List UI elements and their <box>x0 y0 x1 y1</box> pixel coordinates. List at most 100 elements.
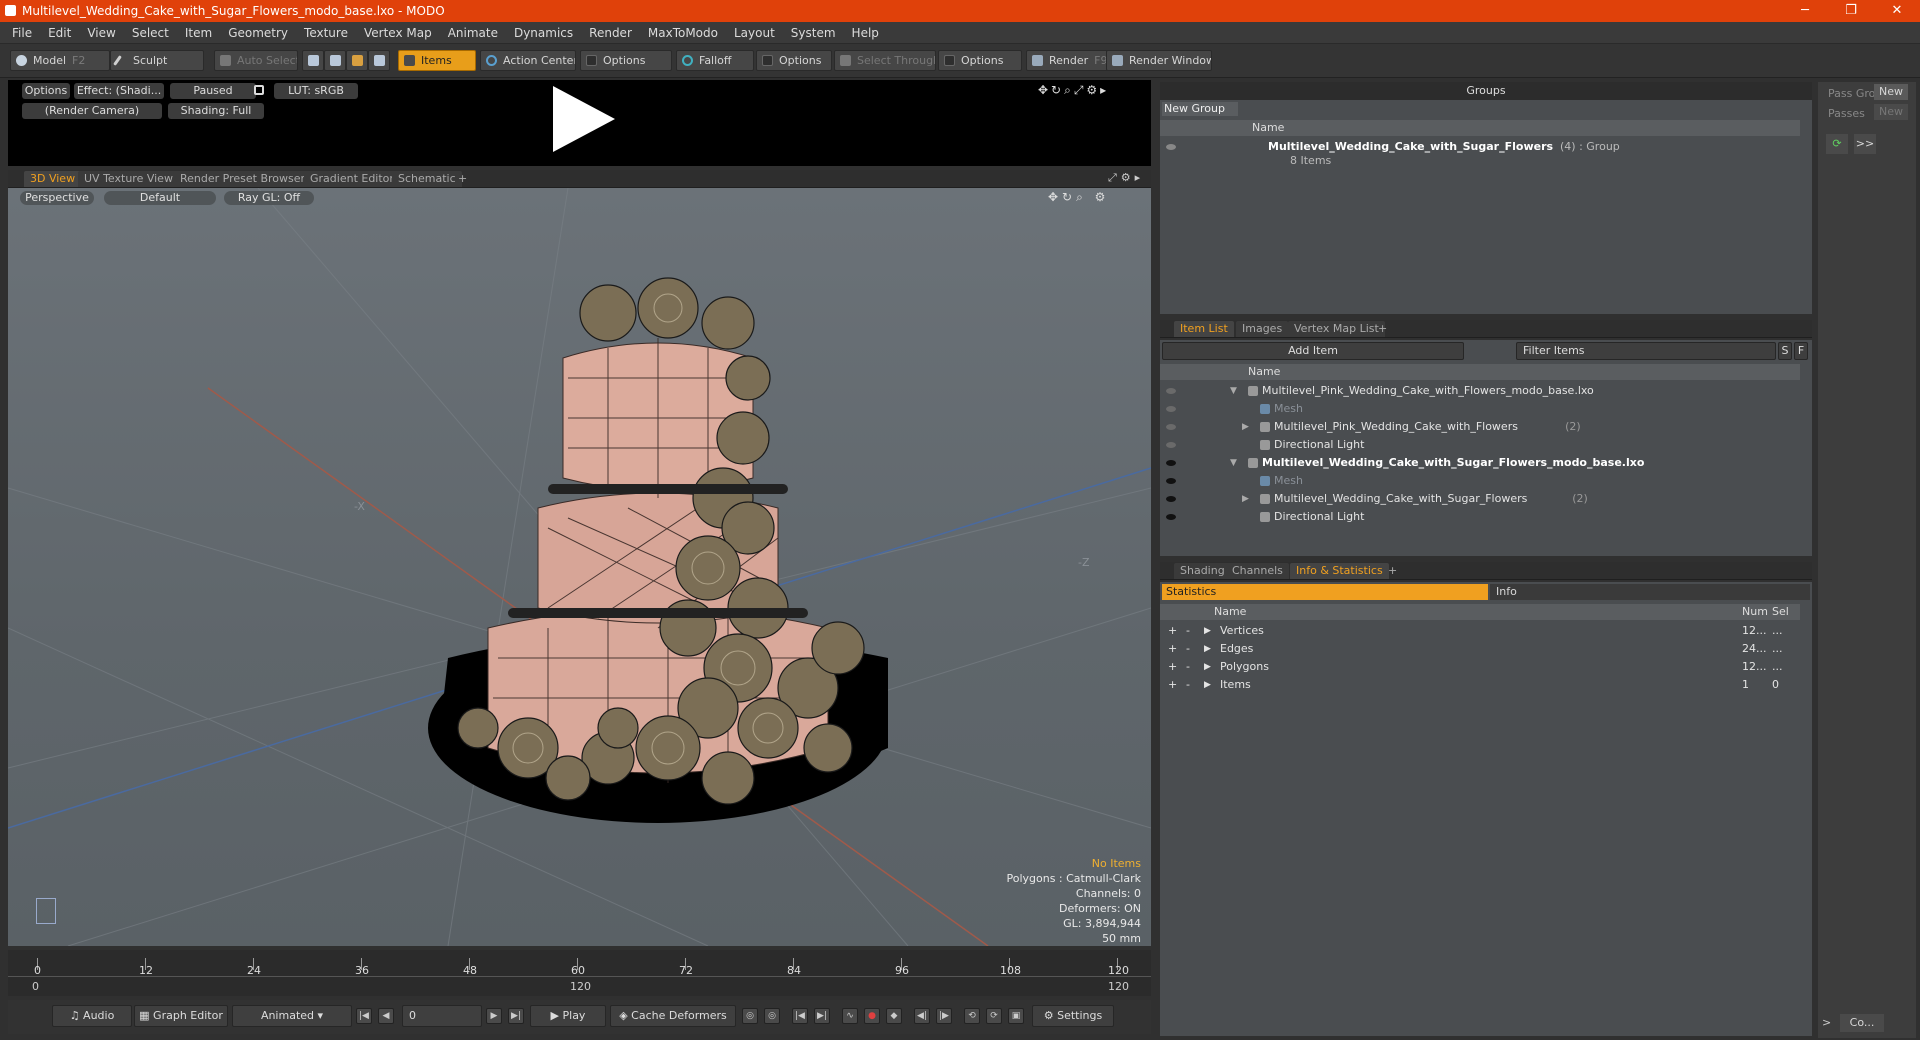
cache-deformers-button[interactable]: ◈ Cache Deformers <box>610 1005 736 1027</box>
filter-f-button[interactable]: F <box>1794 342 1808 360</box>
eye-icon[interactable] <box>1166 460 1176 466</box>
expand-arrow-icon[interactable]: ▶ <box>1204 640 1211 658</box>
key-icon[interactable]: ◎ <box>742 1008 758 1024</box>
item-list-row[interactable]: Directional Light <box>1160 436 1800 454</box>
menu-maxtomodo[interactable]: MaxToModo <box>640 22 726 44</box>
preview-nav-icons[interactable]: ✥↻⌕⤢⚙▸ <box>1038 83 1109 98</box>
viewport-nav-icons[interactable]: ✥↻⌕ ⚙ <box>1048 190 1109 205</box>
stats-row[interactable]: + - ▶ Edges 24...... <box>1160 640 1800 658</box>
collapse-minus-icon[interactable]: - <box>1186 622 1190 640</box>
filter-items-input[interactable]: Filter Items <box>1516 342 1776 360</box>
collapse-arrow-icon[interactable]: ▼ <box>1230 382 1237 400</box>
menu-layout[interactable]: Layout <box>726 22 783 44</box>
settings-button[interactable]: ⚙ Settings <box>1032 1005 1114 1027</box>
statistics-tab[interactable]: Statistics <box>1162 584 1488 600</box>
refresh-icon[interactable]: ⟳ <box>1826 134 1848 154</box>
expand-plus-icon[interactable]: + <box>1168 640 1177 658</box>
viewport-3d[interactable]: Perspective Default Ray GL: Off ✥↻⌕ ⚙ -X… <box>8 188 1151 946</box>
new-pass-button[interactable]: New <box>1874 104 1908 120</box>
tab-3d-view[interactable]: 3D View <box>24 171 82 187</box>
item-list-row[interactable]: Mesh <box>1160 400 1800 418</box>
item-list-row[interactable]: ▶ Multilevel_Wedding_Cake_with_Sugar_Flow… <box>1160 490 1800 508</box>
perspective-dropdown[interactable]: Perspective <box>20 191 94 205</box>
expand-arrow-icon[interactable]: ▶ <box>1242 490 1249 508</box>
eye-icon[interactable] <box>1166 144 1176 150</box>
tab-gradient-editor[interactable]: Gradient Editor <box>304 171 400 187</box>
tab-uv-texture-view[interactable]: UV Texture View <box>78 171 179 187</box>
preview-options-button[interactable]: Options <box>22 83 70 99</box>
tab-info-statistics[interactable]: Info & Statistics <box>1290 563 1389 579</box>
expand-arrow-icon[interactable]: ▶ <box>1204 622 1211 640</box>
select-polygons-button[interactable] <box>346 50 368 71</box>
tab-strip-icons[interactable]: ⤢⚙▸ <box>1108 171 1144 185</box>
minimize-button[interactable]: ─ <box>1782 0 1828 22</box>
add-tab-button[interactable]: + <box>452 171 473 187</box>
co-button[interactable]: Co... <box>1840 1014 1884 1032</box>
menu-vertex-map[interactable]: Vertex Map <box>356 22 440 44</box>
select-materials-button[interactable] <box>368 50 390 71</box>
tab-shading[interactable]: Shading <box>1174 563 1231 579</box>
render-camera-dropdown[interactable]: (Render Camera) <box>22 103 162 119</box>
collapse-minus-icon[interactable]: - <box>1186 658 1190 676</box>
eye-icon[interactable] <box>1166 406 1176 412</box>
tab-render-preset-browser[interactable]: Render Preset Browser <box>174 171 312 187</box>
effect-dropdown[interactable]: Effect: (Shadi... <box>74 83 164 99</box>
model-mode-button[interactable]: Model F2 <box>10 50 110 71</box>
menu-animate[interactable]: Animate <box>440 22 506 44</box>
eye-icon[interactable] <box>1166 496 1176 502</box>
menu-help[interactable]: Help <box>844 22 887 44</box>
falloff-options-button[interactable]: Options <box>756 50 832 71</box>
select-through-button[interactable]: Select Through <box>834 50 936 71</box>
action-center-options-button[interactable]: Options <box>580 50 672 71</box>
expand-arrow-icon[interactable]: ▶ <box>1204 658 1211 676</box>
item-list-row[interactable]: ▶ Multilevel_Pink_Wedding_Cake_with_Flowe… <box>1160 418 1800 436</box>
items-mode-button[interactable]: Items <box>398 50 476 71</box>
add-tab-button[interactable]: + <box>1382 563 1403 579</box>
last-frame-icon[interactable]: ▶| <box>508 1008 524 1024</box>
add-tab-button[interactable]: + <box>1372 321 1393 337</box>
sculpt-mode-button[interactable]: Sculpt <box>110 50 204 71</box>
expand-arrow-icon[interactable]: ▶ <box>1204 676 1211 694</box>
timeline[interactable]: 0 12 24 36 48 60 72 84 96 108 120 0 120 … <box>8 950 1151 996</box>
render-window-button[interactable]: Render Window <box>1106 50 1212 71</box>
menu-item[interactable]: Item <box>177 22 220 44</box>
range-icon[interactable]: ▣ <box>1008 1008 1024 1024</box>
menu-view[interactable]: View <box>79 22 123 44</box>
auto-select-button[interactable]: Auto Select <box>214 50 298 71</box>
close-button[interactable]: ✕ <box>1874 0 1920 22</box>
tab-images[interactable]: Images <box>1236 321 1289 337</box>
eye-icon[interactable] <box>1166 514 1176 520</box>
menu-file[interactable]: File <box>4 22 40 44</box>
stats-row[interactable]: + - ▶ Vertices 12...... <box>1160 622 1800 640</box>
lock-icon[interactable] <box>254 85 264 95</box>
menu-render[interactable]: Render <box>581 22 640 44</box>
stats-row[interactable]: + - ▶ Items 1 0 <box>1160 676 1800 694</box>
tab-vertex-map-list[interactable]: Vertex Map List <box>1288 321 1385 337</box>
add-item-dropdown[interactable]: Add Item <box>1162 342 1464 360</box>
expand-plus-icon[interactable]: + <box>1168 658 1177 676</box>
menu-dynamics[interactable]: Dynamics <box>506 22 581 44</box>
tab-channels[interactable]: Channels <box>1226 563 1289 579</box>
graph-editor-button[interactable]: ▦ Graph Editor <box>134 1005 228 1027</box>
next-frame-icon[interactable]: ▶ <box>486 1008 502 1024</box>
item-list-row[interactable]: Directional Light <box>1160 508 1800 526</box>
prev-frame-icon[interactable]: ◀ <box>378 1008 394 1024</box>
collapse-minus-icon[interactable]: - <box>1186 640 1190 658</box>
menu-texture[interactable]: Texture <box>296 22 356 44</box>
paused-toggle[interactable]: Paused <box>170 83 256 99</box>
frame-input[interactable]: 0 <box>402 1005 482 1027</box>
play-icon[interactable] <box>553 86 615 152</box>
prev-key-icon[interactable]: |◀ <box>792 1008 808 1024</box>
key-curve-icon[interactable]: ∿ <box>842 1008 858 1024</box>
default-dropdown[interactable]: Default <box>104 191 216 205</box>
eye-icon[interactable] <box>1166 478 1176 484</box>
select-through-options-button[interactable]: Options <box>938 50 1022 71</box>
collapse-minus-icon[interactable]: - <box>1186 676 1190 694</box>
key-all-icon[interactable]: ◆ <box>886 1008 902 1024</box>
falloff-button[interactable]: Falloff <box>676 50 754 71</box>
sync-icon[interactable]: ⟳ <box>986 1008 1002 1024</box>
menu-geometry[interactable]: Geometry <box>220 22 296 44</box>
next-key-icon[interactable]: ▶| <box>814 1008 830 1024</box>
collapse-arrow-icon[interactable]: ▼ <box>1230 454 1237 472</box>
select-edges-button[interactable] <box>324 50 346 71</box>
